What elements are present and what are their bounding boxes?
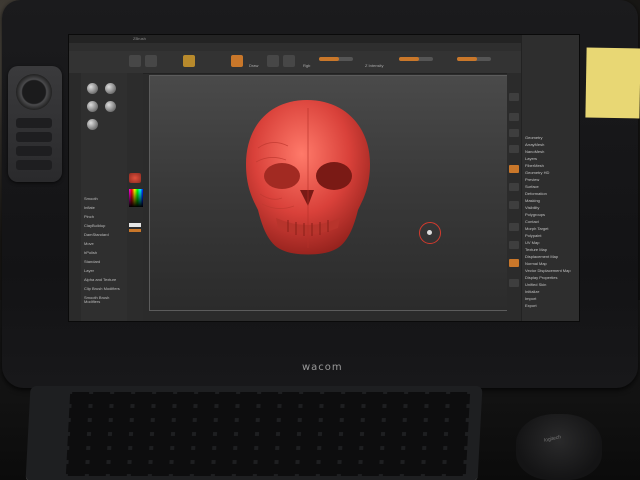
express-key-remote — [8, 66, 62, 182]
texture-thumbnail-icon[interactable] — [105, 101, 116, 112]
subpalette-item[interactable]: Export — [525, 303, 577, 308]
subpalette-item[interactable]: Unified Skin — [525, 282, 577, 287]
subpalette-item[interactable]: Geometry — [525, 135, 577, 140]
bpr-button[interactable] — [509, 93, 519, 101]
brush-list-item[interactable]: DamStandard — [84, 233, 124, 237]
scale-mode-button[interactable] — [283, 55, 295, 67]
lightbox-button[interactable] — [145, 55, 157, 67]
brush-list-item[interactable]: Smooth — [84, 197, 124, 201]
z-intensity-label: Z Intensity — [365, 63, 384, 68]
photo-scene: ZBrush AlphaBrushColorDocumentDrawEditFi… — [0, 0, 640, 480]
subpalette-item[interactable]: Geometry HD — [525, 170, 577, 175]
subpalette-item[interactable]: NanoMesh — [525, 149, 577, 154]
remote-key — [16, 160, 52, 170]
subpalette-item[interactable]: FiberMesh — [525, 163, 577, 168]
material-swatch[interactable] — [129, 173, 141, 183]
move-view-button[interactable] — [509, 241, 519, 249]
brush-cursor — [419, 222, 441, 244]
mouse-brand: logitech — [543, 434, 562, 444]
window-title: ZBrush — [133, 36, 146, 41]
actual-button[interactable] — [509, 145, 519, 153]
brush-list-item[interactable]: Standard — [84, 260, 124, 264]
main-color-swatch[interactable] — [129, 223, 141, 227]
pen-display-tablet: ZBrush AlphaBrushColorDocumentDrawEditFi… — [2, 0, 638, 388]
mouse: logitech — [516, 414, 602, 480]
draw-label: Draw — [249, 63, 259, 68]
secondary-color-swatch[interactable] — [129, 229, 141, 232]
title-bar: ZBrush — [69, 35, 579, 43]
subpalette-item[interactable]: Displacement Map — [525, 254, 577, 259]
color-column — [127, 73, 143, 321]
subpalette-item[interactable]: Visibility — [525, 205, 577, 210]
brush-list-item[interactable]: Move — [84, 242, 124, 246]
subpalette-item[interactable]: Surface — [525, 184, 577, 189]
subpalette-item[interactable]: Masking — [525, 198, 577, 203]
brush-list-item[interactable]: Clip Brush Modifiers — [84, 287, 124, 291]
material-thumbnail-icon[interactable] — [87, 119, 98, 130]
brush-list-item[interactable]: Alpha and Texture — [84, 278, 124, 282]
touch-ring-icon — [16, 74, 52, 110]
zbrush-screen: ZBrush AlphaBrushColorDocumentDrawEditFi… — [68, 34, 580, 322]
frame-button[interactable] — [509, 223, 519, 231]
rgb-intensity-slider[interactable] — [319, 57, 353, 61]
brush-list-item[interactable]: Layer — [84, 269, 124, 273]
subpalette-item[interactable]: Morph Target — [525, 226, 577, 231]
sticky-note — [585, 47, 640, 119]
brush-list-item[interactable]: hPolish — [84, 251, 124, 255]
brush-palette: Smooth Inflate Pinch ClayBuildup DamStandard… — [81, 73, 128, 321]
remote-key — [16, 146, 52, 156]
keyboard — [25, 386, 483, 480]
cursor-center-icon — [427, 230, 432, 235]
top-toolbar: Draw Rgb Z Intensity — [69, 51, 579, 74]
subpalette-item[interactable]: ArrayMesh — [525, 142, 577, 147]
menu-bar: AlphaBrushColorDocumentDrawEditFileLayer… — [69, 43, 579, 57]
projection-master-button[interactable] — [129, 55, 141, 67]
subpalette-item[interactable]: Display Properties — [525, 275, 577, 280]
subpalette-item[interactable]: Polygroups — [525, 212, 577, 217]
brush-list-item[interactable]: Pinch — [84, 215, 124, 219]
subpalette-item[interactable]: Texture Map — [525, 247, 577, 252]
subpalette-item[interactable]: Initialize — [525, 289, 577, 294]
remote-key — [16, 118, 52, 128]
left-shelf — [69, 73, 81, 321]
subpalette-item[interactable]: Layers — [525, 156, 577, 161]
stroke-thumbnail-icon[interactable] — [105, 83, 116, 94]
move-mode-button[interactable] — [267, 55, 279, 67]
right-shelf — [507, 73, 521, 321]
subpalette-item[interactable]: Vector Displacement Map — [525, 268, 577, 273]
zoom-button[interactable] — [509, 129, 519, 137]
subpalette-item[interactable]: Preview — [525, 177, 577, 182]
color-picker[interactable] — [129, 189, 143, 207]
skull-model — [246, 100, 370, 255]
tablet-brand-logo: wacom — [302, 362, 343, 373]
rgb-label: Rgb — [303, 63, 311, 68]
brush-thumbnail-icon[interactable] — [87, 83, 98, 94]
brush-list-item[interactable]: Smooth Brush Modifiers — [84, 296, 124, 304]
remote-key — [16, 132, 52, 142]
subpalette-item[interactable]: UV Map — [525, 240, 577, 245]
draw-size-slider[interactable] — [457, 57, 491, 61]
subpalette-item[interactable]: Polypaint — [525, 233, 577, 238]
z-intensity-slider[interactable] — [399, 57, 433, 61]
alpha-thumbnail-icon[interactable] — [87, 101, 98, 112]
subpalette-item[interactable]: Import — [525, 296, 577, 301]
polyf-button[interactable] — [509, 259, 519, 267]
local-button[interactable] — [509, 201, 519, 209]
scroll-button[interactable] — [509, 113, 519, 121]
transp-button[interactable] — [509, 279, 519, 287]
draw-mode-button[interactable] — [231, 55, 243, 67]
edit-button[interactable] — [183, 55, 195, 67]
floor-button[interactable] — [509, 183, 519, 191]
subpalette-item[interactable]: Normal Map — [525, 261, 577, 266]
brush-list-item[interactable]: Inflate — [84, 206, 124, 210]
subpalette-item[interactable]: Contact — [525, 219, 577, 224]
subpalette-item[interactable]: Deformation — [525, 191, 577, 196]
persp-button[interactable] — [509, 165, 519, 173]
tool-palette: Geometry ArrayMesh NanoMesh Layers FiberMesh… — [521, 35, 579, 321]
brush-list-item[interactable]: ClayBuildup — [84, 224, 124, 228]
keyboard-keys — [65, 392, 471, 476]
document-canvas[interactable] — [149, 75, 509, 311]
